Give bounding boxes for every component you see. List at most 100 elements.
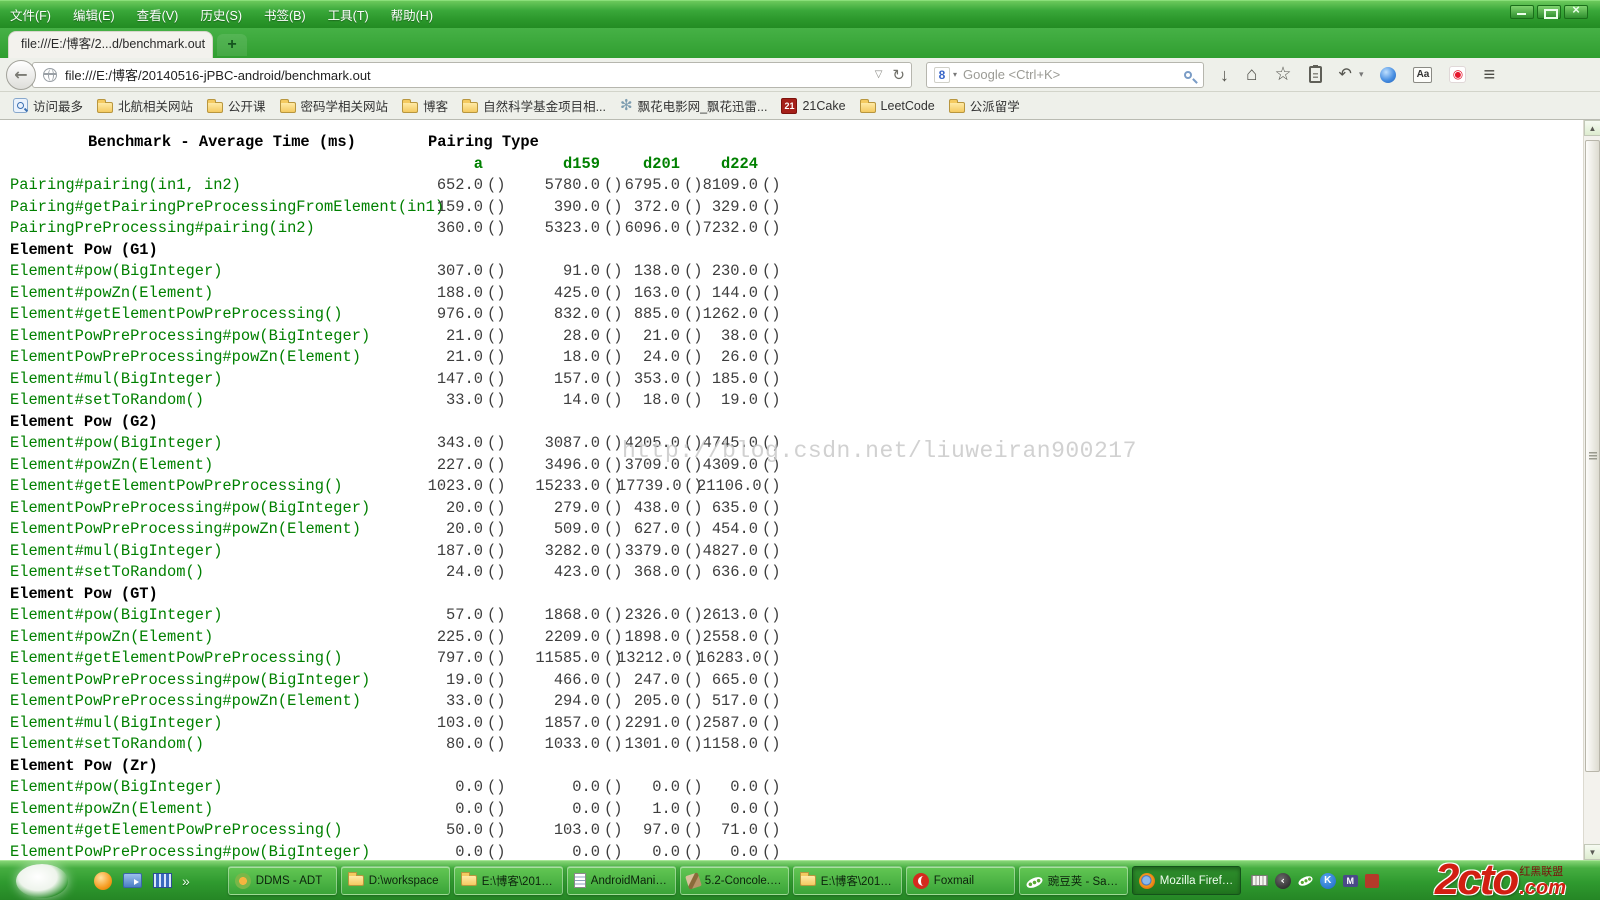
search-bar[interactable]: 8 ▾ Google <Ctrl+K> xyxy=(926,61,1204,88)
benchmark-data-row: Element#pow(BigInteger) 343.0() 3087.0() 42… xyxy=(10,433,1600,455)
taskbar: » DDMS - ADT D:\workspace E:\博客\20140... An… xyxy=(0,857,1600,900)
close-button[interactable] xyxy=(1564,3,1588,19)
url-bar[interactable]: file:///E:/博客/20140516-jPBC-android/benc… xyxy=(32,61,912,88)
google-engine-icon[interactable]: 8 xyxy=(934,66,950,83)
value-paren: () xyxy=(487,369,506,388)
value-paren: () xyxy=(487,348,506,366)
value-paren: () xyxy=(487,627,506,646)
value-paren: () xyxy=(684,455,703,474)
menubar-item-history[interactable]: 历史(S) xyxy=(200,5,242,24)
url-dropdown-icon[interactable]: ▽ xyxy=(875,69,883,80)
menubar-item-bookmarks[interactable]: 书签(B) xyxy=(264,5,306,24)
vertical-scrollbar[interactable]: ▲ ▼ xyxy=(1583,120,1600,860)
wandoujia-tray-icon[interactable] xyxy=(1296,873,1314,888)
method-name: ElementPowPreProcessing#powZn(Element) xyxy=(10,348,361,366)
value-cell: 517.0 xyxy=(711,692,758,710)
scroll-up-button[interactable]: ▲ xyxy=(1584,120,1600,136)
bookmark-nsfc-projects[interactable]: 自然科学基金项目相... xyxy=(455,95,613,117)
home-icon[interactable]: ⌂ xyxy=(1246,65,1257,84)
bookmark-crypto-sites[interactable]: 密码学相关网站 xyxy=(273,95,396,117)
back-circle-icon[interactable] xyxy=(1274,872,1291,889)
value-cell: 185.0 xyxy=(711,369,758,388)
task-foxmail[interactable]: Foxmail xyxy=(905,866,1015,895)
mail-icon[interactable] xyxy=(1342,874,1358,887)
value-cell: 18.0 xyxy=(563,348,600,366)
value-paren: () xyxy=(762,627,781,646)
benchmark-data-row: Element#powZn(Element) 225.0() 2209.0() 189… xyxy=(10,627,1600,649)
value-cell: 635.0 xyxy=(711,498,758,517)
menubar-item-tools[interactable]: 工具(T) xyxy=(328,5,369,24)
start-button[interactable] xyxy=(16,863,68,898)
value-cell: 0.0 xyxy=(572,778,600,796)
ql-media-icon[interactable] xyxy=(123,873,142,888)
task-e-blog-folder-2[interactable]: E:\博客\20140... xyxy=(792,866,902,895)
addon-blue-orb-icon[interactable] xyxy=(1380,66,1397,83)
ql-film-icon[interactable] xyxy=(153,873,172,888)
menubar-item-view[interactable]: 查看(V) xyxy=(137,5,179,24)
menubar-item-file[interactable]: 文件(F) xyxy=(10,5,51,24)
weibo-icon[interactable]: ◉ xyxy=(1449,66,1467,83)
task-concole-jp[interactable]: 5.2-Concole.JP... xyxy=(679,866,789,895)
task-firefox[interactable]: Mozilla Firefox xyxy=(1131,866,1241,895)
menubar-item-help[interactable]: 帮助(H) xyxy=(391,5,433,24)
bookmark-leetcode[interactable]: LeetCode xyxy=(853,95,942,117)
bookmark-star-icon[interactable]: ☆ xyxy=(1274,65,1291,84)
download-icon[interactable]: ↓ xyxy=(1220,66,1229,84)
value-paren: () xyxy=(604,262,623,280)
value-paren: () xyxy=(604,799,623,818)
column-header-d159: d159 xyxy=(563,154,600,173)
folder-icon xyxy=(859,98,876,113)
scroll-down-button[interactable]: ▼ xyxy=(1584,844,1600,860)
search-icon[interactable] xyxy=(1184,70,1192,79)
url-text[interactable]: file:///E:/博客/20140516-jPBC-android/benc… xyxy=(65,65,875,84)
maximize-button[interactable] xyxy=(1537,5,1561,19)
task-d-workspace[interactable]: D:\workspace xyxy=(340,866,450,895)
keyboard-icon[interactable] xyxy=(1250,875,1268,886)
bookmark-blog[interactable]: 博客 xyxy=(395,95,455,117)
method-name: Element#setToRandom() xyxy=(10,391,204,409)
value-paren: () xyxy=(684,627,703,646)
ql-orange-icon[interactable] xyxy=(94,871,112,890)
search-placeholder[interactable]: Google <Ctrl+K> xyxy=(963,67,1184,82)
task-e-blog-folder-1[interactable]: E:\博客\20140... xyxy=(453,866,563,895)
method-name: Element#pow(BigInteger) xyxy=(10,262,223,280)
menubar-item-edit[interactable]: 编辑(E) xyxy=(73,5,115,24)
new-tab-button[interactable]: + xyxy=(217,34,247,56)
quick-launch-overflow-chevron[interactable]: » xyxy=(182,873,190,889)
scrollbar-thumb[interactable] xyxy=(1585,140,1600,772)
bookmarks-menu-icon[interactable] xyxy=(1308,65,1322,83)
search-engine-dropdown-icon[interactable]: ▾ xyxy=(953,70,957,79)
reload-button[interactable]: ↻ xyxy=(892,66,905,84)
task-ddms-adt[interactable]: DDMS - ADT xyxy=(227,866,337,895)
benchmark-section-row: Element Pow (Zr) xyxy=(10,756,1600,778)
bookmark-gongpai-abroad[interactable]: 公派留学 xyxy=(942,95,1027,117)
security-icon[interactable] xyxy=(1364,873,1379,888)
value-cell: 28.0 xyxy=(563,326,600,345)
bookmark-most-visited[interactable]: 访问最多 xyxy=(6,95,90,117)
value-cell: 2558.0 xyxy=(702,627,758,646)
bookmark-piaohua-movies[interactable]: 飘花电影网_飘花迅雷... xyxy=(613,95,774,117)
kingsoft-k-icon[interactable] xyxy=(1319,872,1336,889)
dropdown-caret-icon[interactable]: ▾ xyxy=(1359,69,1364,80)
back-button[interactable]: ← xyxy=(6,59,36,90)
bookmark-open-courses[interactable]: 公开课 xyxy=(200,95,273,117)
history-undo-icon[interactable]: ↶ xyxy=(1339,66,1352,83)
task-wandoujia[interactable]: 豌豆荚 - Samsu... xyxy=(1018,866,1128,895)
hamburger-menu-icon[interactable]: ≡ xyxy=(1483,65,1495,85)
value-cell: 14.0 xyxy=(563,391,600,409)
value-cell: 1898.0 xyxy=(624,627,680,646)
wandoujia-icon xyxy=(1024,874,1044,890)
task-label: Mozilla Firefox xyxy=(1159,874,1234,887)
task-androidmanifest[interactable]: AndroidManifes... xyxy=(566,866,676,895)
value-cell: 138.0 xyxy=(633,262,680,280)
value-paren: () xyxy=(684,541,703,560)
bookmark-buaa-sites[interactable]: 北航相关网站 xyxy=(90,95,200,117)
method-name: Element#mul(BigInteger) xyxy=(10,713,223,732)
value-cell: 1033.0 xyxy=(544,735,600,753)
bookmark-21cake[interactable]: 21Cake xyxy=(774,95,852,117)
value-cell: 343.0 xyxy=(436,434,483,452)
addon-aa-icon[interactable]: Aa xyxy=(1413,66,1433,83)
minimize-button[interactable] xyxy=(1510,5,1534,19)
value-cell: 6096.0 xyxy=(624,219,680,237)
tab-benchmark-out[interactable]: file:///E:/博客/2...d/benchmark.out xyxy=(8,31,213,58)
